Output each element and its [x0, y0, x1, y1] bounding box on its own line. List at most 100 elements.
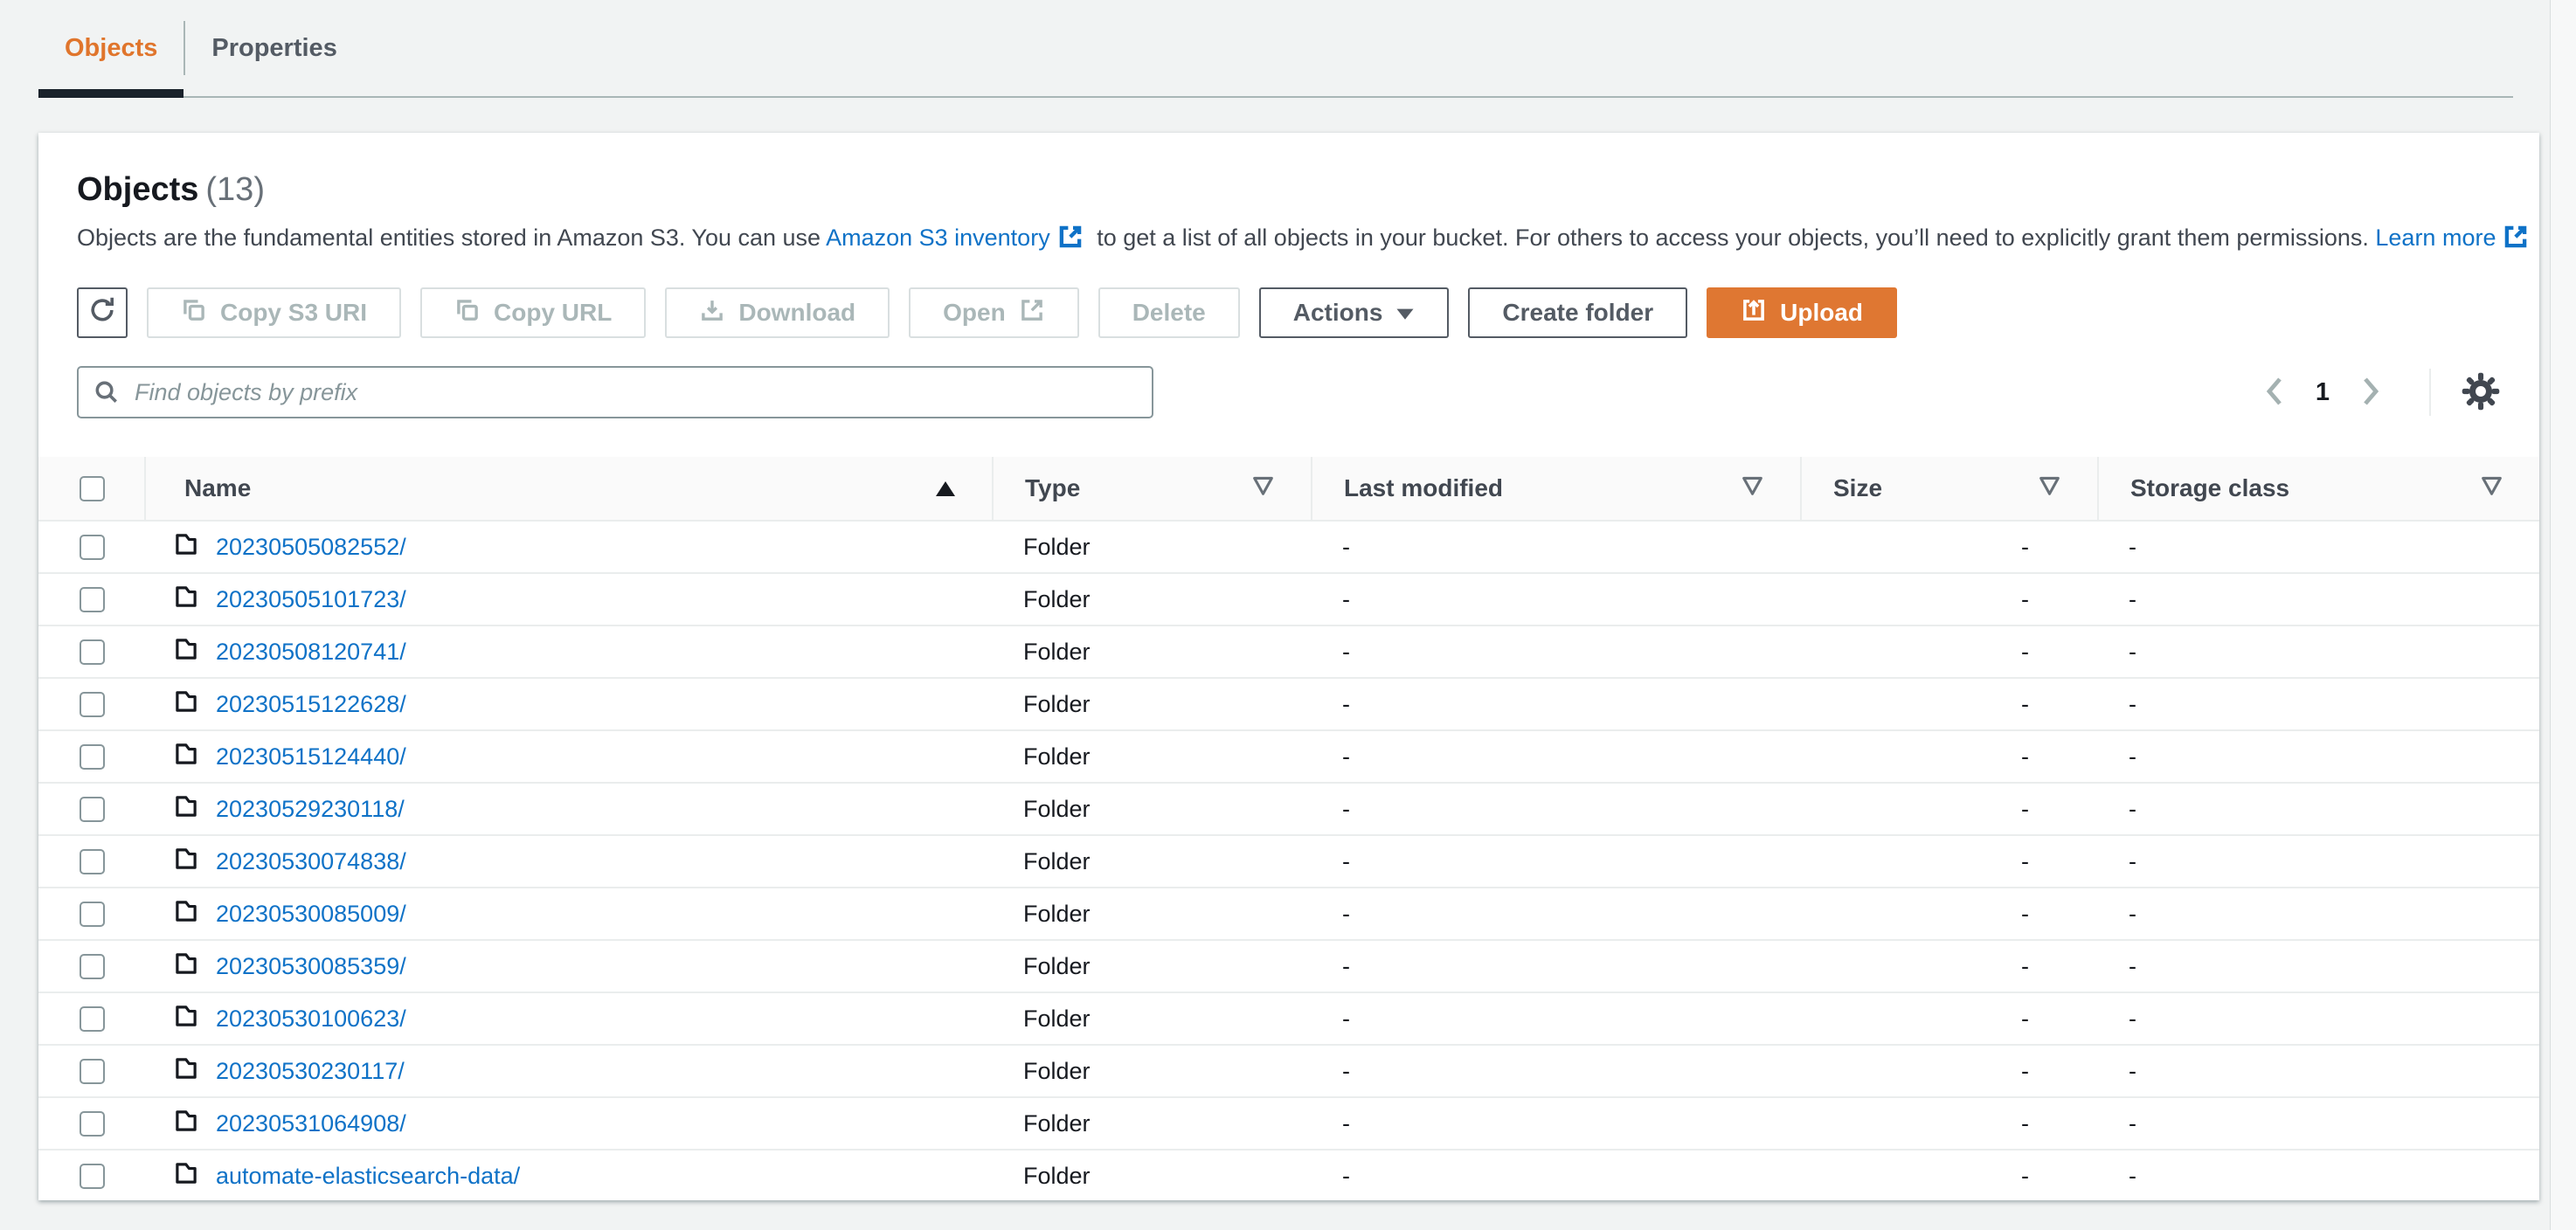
- object-count: (13): [205, 171, 265, 208]
- storage-class-cell: -: [2129, 795, 2136, 822]
- object-link[interactable]: automate-elasticsearch-data/: [216, 1163, 520, 1190]
- type-cell: Folder: [1023, 795, 1091, 822]
- folder-icon: [173, 846, 199, 878]
- row-checkbox[interactable]: [80, 534, 105, 560]
- name-cell: 20230530074838/: [144, 836, 992, 887]
- size-cell: -: [2021, 690, 2029, 717]
- object-link[interactable]: 20230530085009/: [216, 901, 406, 928]
- copy-s3-uri-button: Copy S3 URI: [147, 287, 402, 338]
- create-folder-button[interactable]: Create folder: [1468, 287, 1688, 338]
- object-link[interactable]: 20230505082552/: [216, 534, 406, 561]
- size-cell: -: [2021, 743, 2029, 770]
- panel-description: Objects are the fundamental entities sto…: [77, 222, 2527, 258]
- name-cell: automate-elasticsearch-data/: [144, 1151, 992, 1200]
- object-link[interactable]: 20230530085359/: [216, 953, 406, 980]
- object-link[interactable]: 20230508120741/: [216, 639, 406, 666]
- table-row: 20230515124440/ Folder - - -: [38, 731, 2539, 784]
- last-modified-cell: -: [1342, 690, 1350, 717]
- row-checkbox[interactable]: [80, 691, 105, 717]
- select-all-cell: [38, 457, 144, 520]
- learn-more-link[interactable]: Learn more: [2375, 225, 2496, 251]
- storage-class-cell: -: [2129, 1005, 2136, 1032]
- tab-properties[interactable]: Properties: [185, 0, 363, 96]
- last-modified-cell: -: [1342, 952, 1350, 979]
- tab-objects[interactable]: Objects: [38, 0, 184, 98]
- storage-class-cell: -: [2129, 1057, 2136, 1084]
- open-label: Open: [943, 299, 1006, 326]
- row-checkbox[interactable]: [80, 901, 105, 927]
- object-link[interactable]: 20230531064908/: [216, 1110, 406, 1137]
- table-row: 20230530100623/ Folder - - -: [38, 993, 2539, 1046]
- column-header-size[interactable]: Size: [1800, 457, 2097, 520]
- filter-icon[interactable]: [1252, 474, 1274, 502]
- row-checkbox-cell: [38, 888, 144, 939]
- s3-inventory-link[interactable]: Amazon S3 inventory: [826, 225, 1050, 251]
- last-modified-cell: -: [1342, 1005, 1350, 1032]
- external-link-icon: [1057, 224, 1084, 258]
- type-cell: Folder: [1023, 900, 1091, 927]
- download-button: Download: [665, 287, 890, 338]
- filter-icon[interactable]: [1742, 474, 1763, 502]
- last-modified-cell: -: [1342, 533, 1350, 560]
- row-checkbox[interactable]: [80, 796, 105, 822]
- row-checkbox[interactable]: [80, 1058, 105, 1084]
- last-modified-cell: -: [1342, 1057, 1350, 1084]
- search-box: [77, 366, 1153, 418]
- upload-button[interactable]: Upload: [1707, 287, 1898, 338]
- object-link[interactable]: 20230529230118/: [216, 796, 405, 823]
- object-link[interactable]: 20230505101723/: [216, 586, 406, 613]
- filter-icon[interactable]: [2481, 474, 2503, 502]
- row-checkbox[interactable]: [80, 1005, 105, 1032]
- table-row: 20230529230118/ Folder - - -: [38, 784, 2539, 836]
- column-label-name: Name: [184, 474, 252, 501]
- last-modified-cell: -: [1342, 638, 1350, 665]
- objects-panel: Objects (13) Objects are the fundamental …: [38, 133, 2539, 1200]
- object-link[interactable]: 20230515122628/: [216, 691, 406, 718]
- description-text-2: to get a list of all objects in your buc…: [1090, 225, 2376, 251]
- size-cell: -: [2021, 1162, 2029, 1189]
- select-all-checkbox[interactable]: [80, 475, 105, 501]
- search-input[interactable]: [77, 366, 1153, 418]
- row-checkbox[interactable]: [80, 586, 105, 612]
- table-row: 20230530085009/ Folder - - -: [38, 888, 2539, 941]
- row-checkbox-cell: [38, 1098, 144, 1149]
- copy-url-button: Copy URL: [420, 287, 647, 338]
- folder-icon: [173, 793, 199, 826]
- row-checkbox[interactable]: [80, 953, 105, 979]
- scrollbar[interactable]: [2550, 0, 2576, 1230]
- column-header-last-modified[interactable]: Last modified: [1311, 457, 1800, 520]
- row-checkbox[interactable]: [80, 743, 105, 770]
- table-body: 20230505082552/ Folder - - - 20230505101…: [38, 522, 2539, 1200]
- folder-icon: [173, 1108, 199, 1140]
- refresh-button[interactable]: [77, 287, 128, 338]
- size-cell: -: [2021, 585, 2029, 612]
- folder-icon: [173, 1160, 199, 1192]
- storage-class-cell: -: [2129, 952, 2136, 979]
- row-checkbox[interactable]: [80, 848, 105, 874]
- column-label-storage-class: Storage class: [2130, 474, 2290, 501]
- row-checkbox[interactable]: [80, 1163, 105, 1189]
- row-checkbox[interactable]: [80, 639, 105, 665]
- next-page-button[interactable]: [2351, 372, 2391, 413]
- actions-menu-button[interactable]: Actions: [1258, 287, 1450, 338]
- open-button: Open: [909, 287, 1079, 338]
- object-link[interactable]: 20230530230117/: [216, 1058, 405, 1085]
- object-link[interactable]: 20230530074838/: [216, 848, 406, 875]
- object-link[interactable]: 20230515124440/: [216, 743, 406, 770]
- filter-icon[interactable]: [2039, 474, 2060, 502]
- preferences-button[interactable]: [2461, 371, 2501, 414]
- column-header-type[interactable]: Type: [992, 457, 1311, 520]
- object-link[interactable]: 20230530100623/: [216, 1005, 406, 1033]
- name-cell: 20230530085009/: [144, 888, 992, 939]
- table-row: 20230515122628/ Folder - - -: [38, 679, 2539, 731]
- download-icon: [699, 297, 725, 329]
- column-header-storage-class[interactable]: Storage class: [2097, 457, 2539, 520]
- page-title: Objects (13): [77, 169, 2501, 210]
- row-checkbox[interactable]: [80, 1110, 105, 1137]
- folder-icon: [173, 741, 199, 773]
- type-cell: Folder: [1023, 533, 1091, 560]
- actions-label: Actions: [1292, 299, 1383, 326]
- storage-class-cell: -: [2129, 1109, 2136, 1137]
- column-header-name[interactable]: Name: [144, 457, 992, 520]
- table-header-row: Name Type Last modified Size Storage cla…: [38, 457, 2539, 522]
